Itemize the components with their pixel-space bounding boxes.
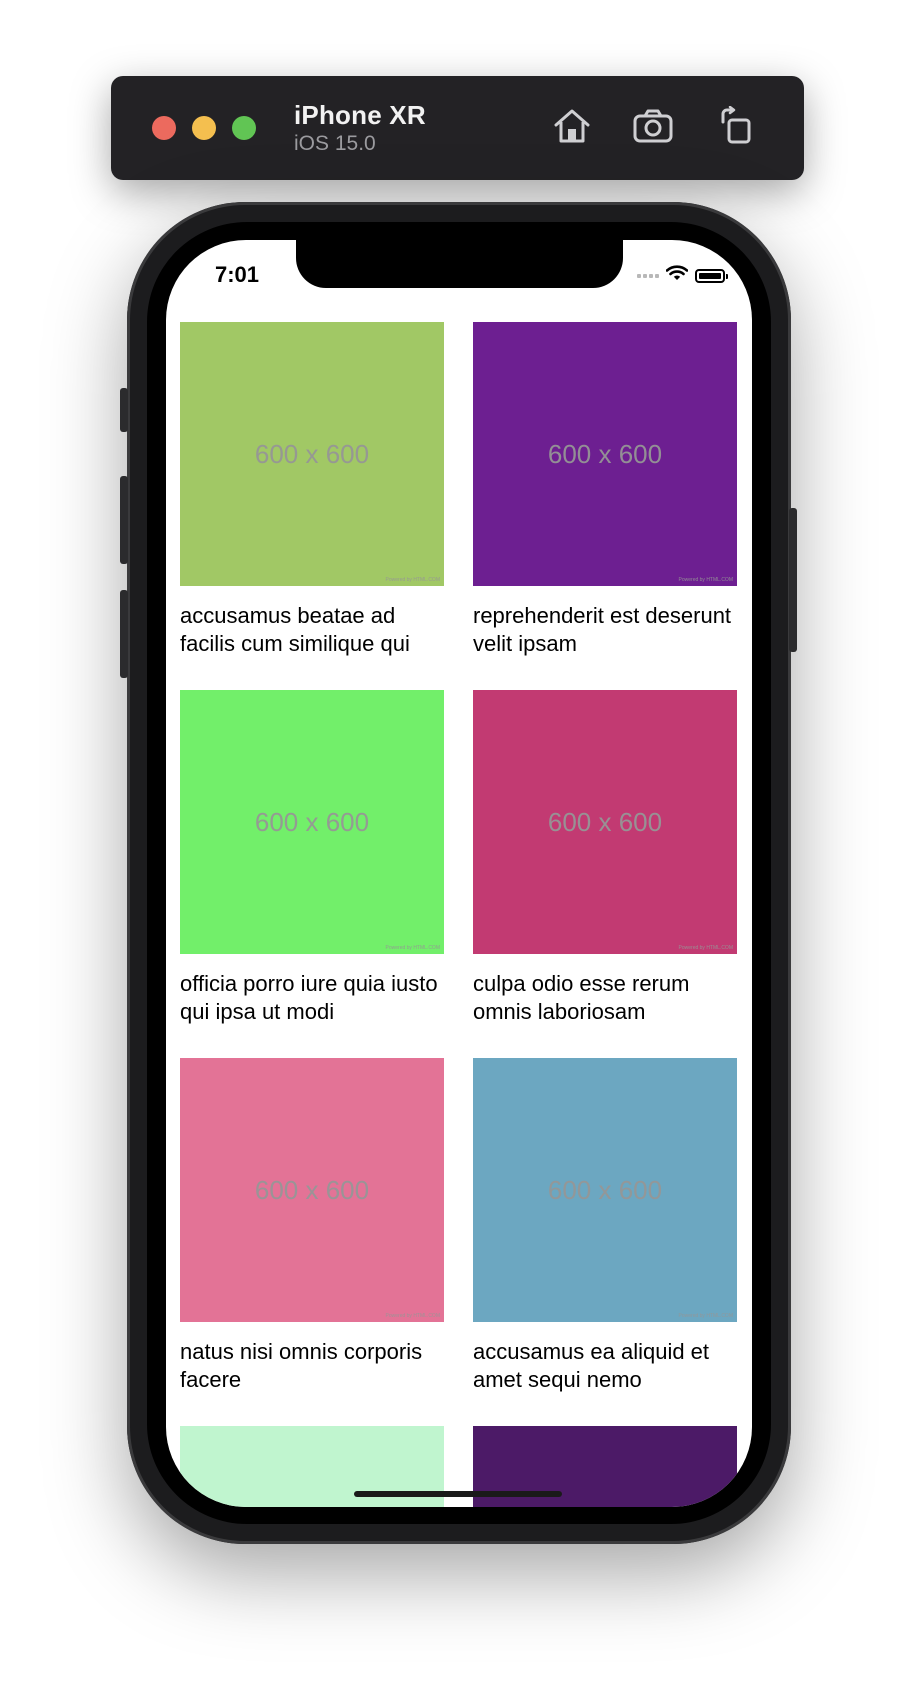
card-caption: reprehenderit est deserunt velit ipsam — [473, 603, 732, 656]
status-indicators — [637, 265, 728, 286]
wifi-icon — [665, 265, 689, 286]
card-caption: accusamus beatae ad facilis cum similiqu… — [180, 603, 410, 656]
card-image: 600 x 600 Powered by HTML.COM — [473, 1058, 737, 1322]
simulator-toolbar: iPhone XR iOS 15.0 — [111, 76, 804, 180]
grid-card[interactable]: 600 x 600 Powered by HTML.COM culpa odio e… — [473, 690, 737, 1026]
grid-card[interactable]: 600 x 600 Powered by HTML.COM accusamus ea… — [473, 1058, 737, 1394]
grid-card[interactable]: 600 x 600 Powered by HTML.COM officia porr… — [180, 690, 444, 1026]
image-credit: Powered by HTML.COM — [385, 1313, 440, 1319]
card-image: 600 x 600 Powered by HTML.COM — [473, 690, 737, 954]
volume-down-button[interactable] — [120, 590, 128, 678]
image-credit: Powered by HTML.COM — [678, 945, 733, 951]
zoom-window-button[interactable] — [232, 116, 256, 140]
image-credit: Powered by HTML.COM — [678, 1313, 733, 1319]
image-placeholder-text: 600 x 600 — [547, 1174, 663, 1205]
home-button[interactable] — [548, 104, 596, 152]
grid-card[interactable]: 600 x 600 Powered by HTML.COM accusamus be… — [180, 322, 444, 658]
close-window-button[interactable] — [152, 116, 176, 140]
device-screen: 7:01 600 x 600 Powered by HTML.COM accusam… — [166, 240, 752, 1507]
battery-icon — [695, 268, 728, 283]
card-image: 600 x 600 Powered by HTML.COM — [180, 322, 444, 586]
card-caption: officia porro iure quia iusto qui ipsa u… — [180, 971, 438, 1024]
image-credit: Powered by HTML.COM — [385, 945, 440, 951]
card-caption: natus nisi omnis corporis facere — [180, 1339, 423, 1392]
home-icon — [552, 107, 592, 150]
image-placeholder-text: 600 x 600 — [254, 806, 370, 837]
device-name: iPhone XR — [294, 100, 426, 130]
image-credit: Powered by HTML.COM — [385, 577, 440, 583]
grid-card[interactable]: 600 x 600 Powered by HTML.COM natus nisi o… — [180, 1058, 444, 1394]
photo-grid: 600 x 600 Powered by HTML.COM accusamus be… — [180, 322, 740, 1507]
notch — [296, 240, 623, 288]
signal-icon — [637, 273, 659, 278]
volume-up-button[interactable] — [120, 476, 128, 564]
minimize-window-button[interactable] — [192, 116, 216, 140]
image-placeholder-text: 600 x 600 — [547, 806, 663, 837]
rotate-button[interactable] — [711, 104, 759, 152]
silent-switch[interactable] — [120, 388, 128, 432]
grid-card[interactable]: 600 x 600 Powered by HTML.COM reprehenderi… — [473, 322, 737, 658]
card-caption: accusamus ea aliquid et amet sequi nemo — [473, 1339, 710, 1392]
image-placeholder-text: 600 x 600 — [254, 1174, 370, 1205]
card-image: 600 x 600 Powered by HTML.COM — [473, 322, 737, 586]
rotate-icon — [717, 105, 753, 151]
card-image: 600 x 600 Powered by HTML.COM — [180, 690, 444, 954]
status-time: 7:01 — [215, 262, 260, 287]
os-version: iOS 15.0 — [294, 132, 376, 155]
home-indicator[interactable] — [354, 1491, 562, 1497]
screenshot-button[interactable] — [629, 104, 677, 152]
camera-icon — [632, 108, 674, 149]
card-image: 600 x 600 Powered by HTML.COM — [180, 1058, 444, 1322]
image-placeholder-text: 600 x 600 — [254, 438, 370, 469]
image-credit: Powered by HTML.COM — [678, 577, 733, 583]
card-caption: culpa odio esse rerum omnis laboriosam — [473, 971, 690, 1024]
power-button[interactable] — [789, 508, 797, 652]
image-placeholder-text: 600 x 600 — [547, 438, 663, 469]
